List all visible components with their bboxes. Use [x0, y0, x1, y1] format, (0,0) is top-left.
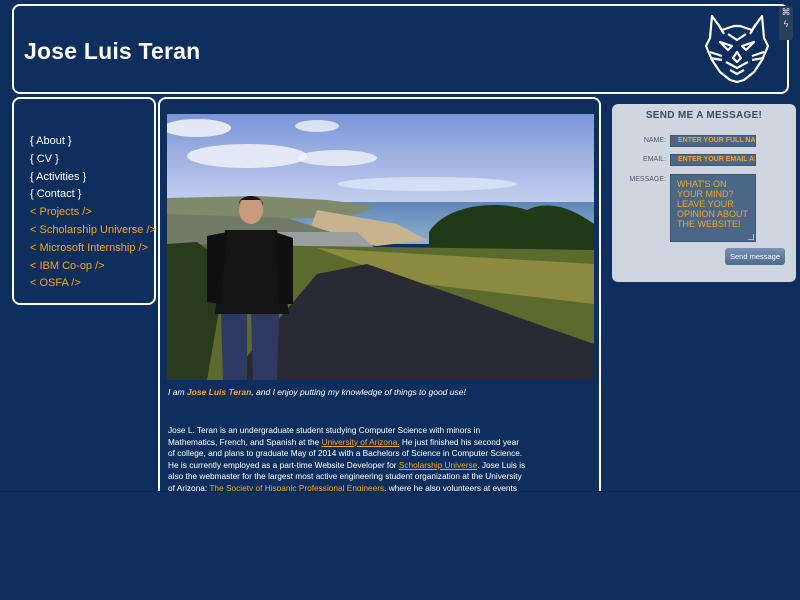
caption-prefix: I am: [168, 387, 187, 397]
sidebar-nav: { About } { CV } { Activities } { Contac…: [12, 97, 156, 305]
name-field[interactable]: ENTER YOUR FULL NAME: [670, 135, 756, 147]
nav-item-scholarship-universe[interactable]: < Scholarship Universe />: [30, 222, 156, 240]
nav-item-cv[interactable]: { CV }: [30, 151, 154, 169]
page-footer-band: [0, 491, 800, 600]
send-message-button[interactable]: Send message: [725, 248, 785, 265]
email-label: EMAIL:: [643, 156, 666, 163]
link-university-of-arizona[interactable]: University of Arizona.: [322, 437, 400, 447]
site-header: Jose Luis Teran: [12, 4, 789, 94]
link-scholarship-universe[interactable]: Scholarship Universe: [399, 460, 477, 470]
contact-heading: SEND ME A MESSAGE!: [645, 110, 763, 121]
caption-name: Jose Luis Teran: [186, 387, 252, 397]
name-label: NAME:: [643, 137, 666, 144]
nav-item-microsoft-internship[interactable]: < Microsoft Internship />: [30, 240, 154, 258]
nav-item-ibm-coop[interactable]: < IBM Co-op />: [30, 258, 154, 276]
wildcat-logo[interactable]: [704, 12, 770, 84]
bolt-icon[interactable]: ϟ: [779, 18, 793, 30]
nav-item-activities[interactable]: { Activities }: [30, 169, 154, 187]
nav-item-about[interactable]: { About }: [30, 133, 154, 151]
share-icon[interactable]: ⌘: [779, 6, 793, 18]
nav-item-projects[interactable]: < Projects />: [30, 204, 154, 222]
resize-handle[interactable]: [748, 234, 754, 240]
corner-toolbar[interactable]: ⌘ ϟ: [779, 6, 793, 40]
nav-item-contact[interactable]: { Contact }: [30, 186, 154, 204]
message-label: MESSAGE:: [629, 176, 666, 183]
profile-photo: [167, 114, 594, 380]
main-content: I am Jose Luis Teran, and I enjoy puttin…: [158, 97, 601, 517]
site-title: Jose Luis Teran: [24, 38, 201, 64]
photo-caption: I am Jose Luis Teran, and I enjoy puttin…: [168, 387, 466, 397]
email-field[interactable]: ENTER YOUR EMAIL ADDRESS: [670, 154, 756, 166]
nav-item-osfa[interactable]: < OSFA />: [30, 275, 154, 293]
message-field[interactable]: WHAT'S ON YOUR MIND? LEAVE YOUR OPINION …: [670, 174, 756, 242]
caption-suffix: , and I enjoy putting my knowledge of th…: [251, 387, 466, 397]
contact-form: SEND ME A MESSAGE! NAME: ENTER YOUR FULL…: [612, 104, 796, 282]
message-placeholder: WHAT'S ON YOUR MIND? LEAVE YOUR OPINION …: [677, 179, 748, 229]
